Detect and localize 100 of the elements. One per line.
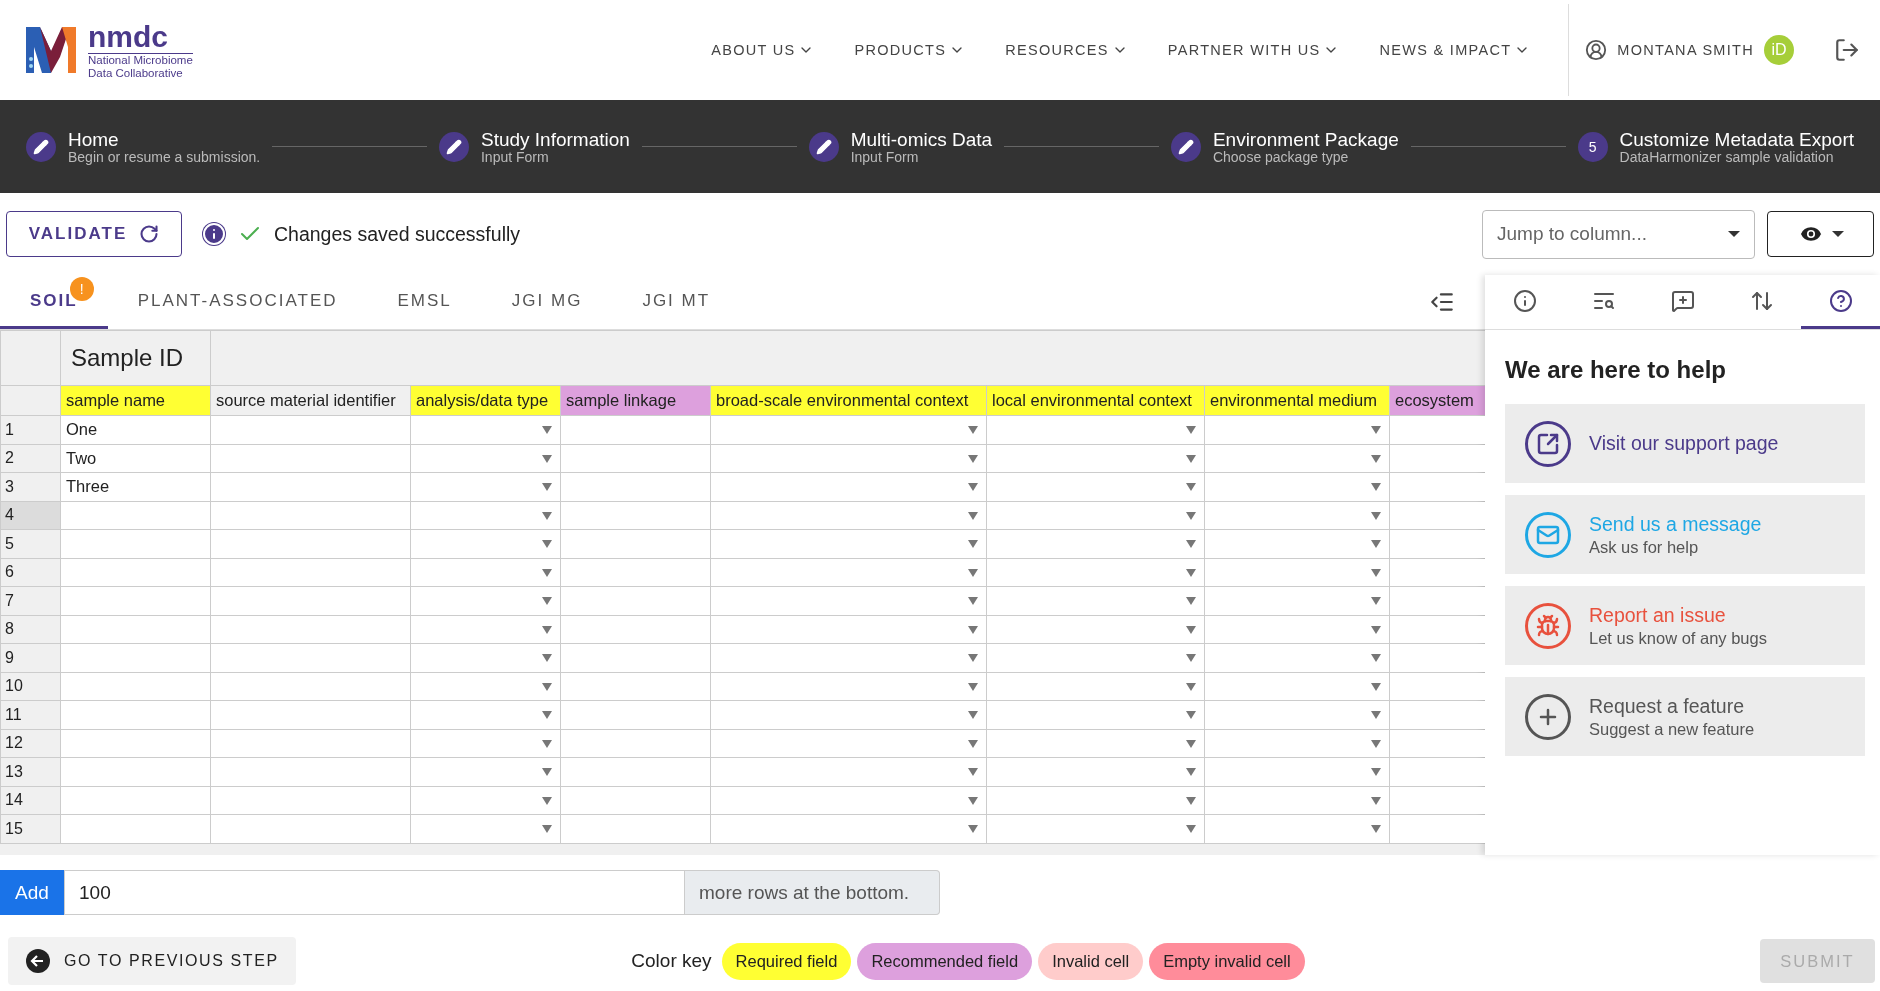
- row-number[interactable]: 1: [0, 415, 61, 444]
- table-cell[interactable]: [1389, 415, 1485, 444]
- help-card[interactable]: Visit our support page: [1505, 404, 1865, 483]
- table-cell[interactable]: [60, 529, 211, 558]
- table-cell[interactable]: [1389, 529, 1485, 558]
- table-cell[interactable]: [410, 529, 561, 558]
- table-cell[interactable]: [410, 444, 561, 473]
- table-cell[interactable]: [1389, 558, 1485, 587]
- table-cell[interactable]: [986, 501, 1205, 530]
- table-cell[interactable]: [560, 529, 711, 558]
- table-cell[interactable]: [210, 472, 411, 501]
- validate-button[interactable]: VALIDATE: [6, 211, 182, 257]
- table-cell[interactable]: [60, 643, 211, 672]
- table-cell[interactable]: [710, 615, 987, 644]
- table-cell[interactable]: [986, 415, 1205, 444]
- table-cell[interactable]: [560, 643, 711, 672]
- table-cell[interactable]: One: [60, 415, 211, 444]
- table-cell[interactable]: [986, 729, 1205, 758]
- table-cell[interactable]: [560, 814, 711, 843]
- sheet-tab[interactable]: PLANT-ASSOCIATED: [107, 275, 368, 329]
- table-cell[interactable]: [60, 501, 211, 530]
- table-cell[interactable]: [210, 415, 411, 444]
- column-header[interactable]: environmental medium: [1204, 385, 1390, 416]
- sheet-tab[interactable]: EMSL: [367, 275, 482, 329]
- table-cell[interactable]: [1389, 615, 1485, 644]
- row-number[interactable]: 11: [0, 700, 61, 729]
- table-cell[interactable]: [210, 700, 411, 729]
- jump-to-column-select[interactable]: Jump to column...: [1482, 209, 1755, 259]
- previous-step-button[interactable]: GO TO PREVIOUS STEP: [8, 937, 296, 985]
- row-number[interactable]: 10: [0, 672, 61, 701]
- table-cell[interactable]: [1204, 615, 1390, 644]
- table-cell[interactable]: [410, 586, 561, 615]
- table-cell[interactable]: [986, 472, 1205, 501]
- table-cell[interactable]: [410, 786, 561, 815]
- table-cell[interactable]: [1204, 729, 1390, 758]
- table-cell[interactable]: [210, 643, 411, 672]
- table-cell[interactable]: [410, 643, 561, 672]
- visibility-button[interactable]: [1767, 211, 1874, 257]
- table-cell[interactable]: [410, 472, 561, 501]
- table-cell[interactable]: [410, 672, 561, 701]
- table-cell[interactable]: [410, 814, 561, 843]
- table-cell[interactable]: [60, 672, 211, 701]
- table-cell[interactable]: [410, 615, 561, 644]
- column-header[interactable]: source material identifier: [210, 385, 411, 416]
- column-header[interactable]: analysis/data type: [410, 385, 561, 416]
- nav-link[interactable]: ABOUT US: [703, 42, 823, 58]
- table-cell[interactable]: [1204, 529, 1390, 558]
- table-cell[interactable]: [986, 700, 1205, 729]
- table-cell[interactable]: [710, 444, 987, 473]
- table-cell[interactable]: [210, 444, 411, 473]
- table-cell[interactable]: [1204, 757, 1390, 786]
- table-cell[interactable]: [560, 672, 711, 701]
- table-cell[interactable]: [560, 415, 711, 444]
- table-cell[interactable]: [560, 586, 711, 615]
- table-cell[interactable]: [1389, 501, 1485, 530]
- row-number[interactable]: 5: [0, 529, 61, 558]
- table-cell[interactable]: [210, 757, 411, 786]
- logout-icon[interactable]: [1834, 37, 1860, 63]
- table-cell[interactable]: [1204, 415, 1390, 444]
- table-cell[interactable]: [710, 786, 987, 815]
- table-cell[interactable]: [710, 472, 987, 501]
- table-cell[interactable]: [1204, 558, 1390, 587]
- sheet-tab[interactable]: JGI MG: [481, 275, 613, 329]
- step-title[interactable]: Study Information: [480, 128, 630, 150]
- row-number[interactable]: 6: [0, 558, 61, 587]
- nav-link[interactable]: PRODUCTS: [846, 42, 974, 58]
- row-number[interactable]: 15: [0, 814, 61, 843]
- table-cell[interactable]: [210, 672, 411, 701]
- column-header[interactable]: sample name: [60, 385, 211, 416]
- table-cell[interactable]: [410, 757, 561, 786]
- table-cell[interactable]: [986, 757, 1205, 786]
- table-cell[interactable]: [60, 757, 211, 786]
- table-cell[interactable]: [1204, 700, 1390, 729]
- table-cell[interactable]: [1204, 786, 1390, 815]
- help-link[interactable]: Visit our support page: [1589, 432, 1779, 455]
- table-cell[interactable]: [210, 558, 411, 587]
- table-cell[interactable]: [710, 814, 987, 843]
- help-link[interactable]: Request a feature: [1589, 694, 1755, 718]
- step-title[interactable]: Environment Package: [1212, 128, 1399, 150]
- table-cell[interactable]: [560, 757, 711, 786]
- info-icon[interactable]: [202, 222, 226, 246]
- table-cell[interactable]: [710, 415, 987, 444]
- table-cell[interactable]: [986, 672, 1205, 701]
- table-cell[interactable]: [560, 558, 711, 587]
- table-cell[interactable]: [60, 786, 211, 815]
- table-cell[interactable]: [1204, 672, 1390, 701]
- table-cell[interactable]: [986, 814, 1205, 843]
- table-cell[interactable]: [986, 529, 1205, 558]
- table-cell[interactable]: [986, 643, 1205, 672]
- table-cell[interactable]: [710, 729, 987, 758]
- column-header[interactable]: sample linkage: [560, 385, 711, 416]
- nav-link[interactable]: NEWS & IMPACT: [1371, 42, 1539, 58]
- table-cell[interactable]: [60, 615, 211, 644]
- table-cell[interactable]: [410, 501, 561, 530]
- row-number[interactable]: 4: [0, 501, 61, 530]
- user-name[interactable]: MONTANA SMITH: [1617, 42, 1754, 58]
- table-cell[interactable]: [60, 586, 211, 615]
- column-header[interactable]: local environmental context: [986, 385, 1205, 416]
- table-cell[interactable]: [1389, 757, 1485, 786]
- table-cell[interactable]: [560, 700, 711, 729]
